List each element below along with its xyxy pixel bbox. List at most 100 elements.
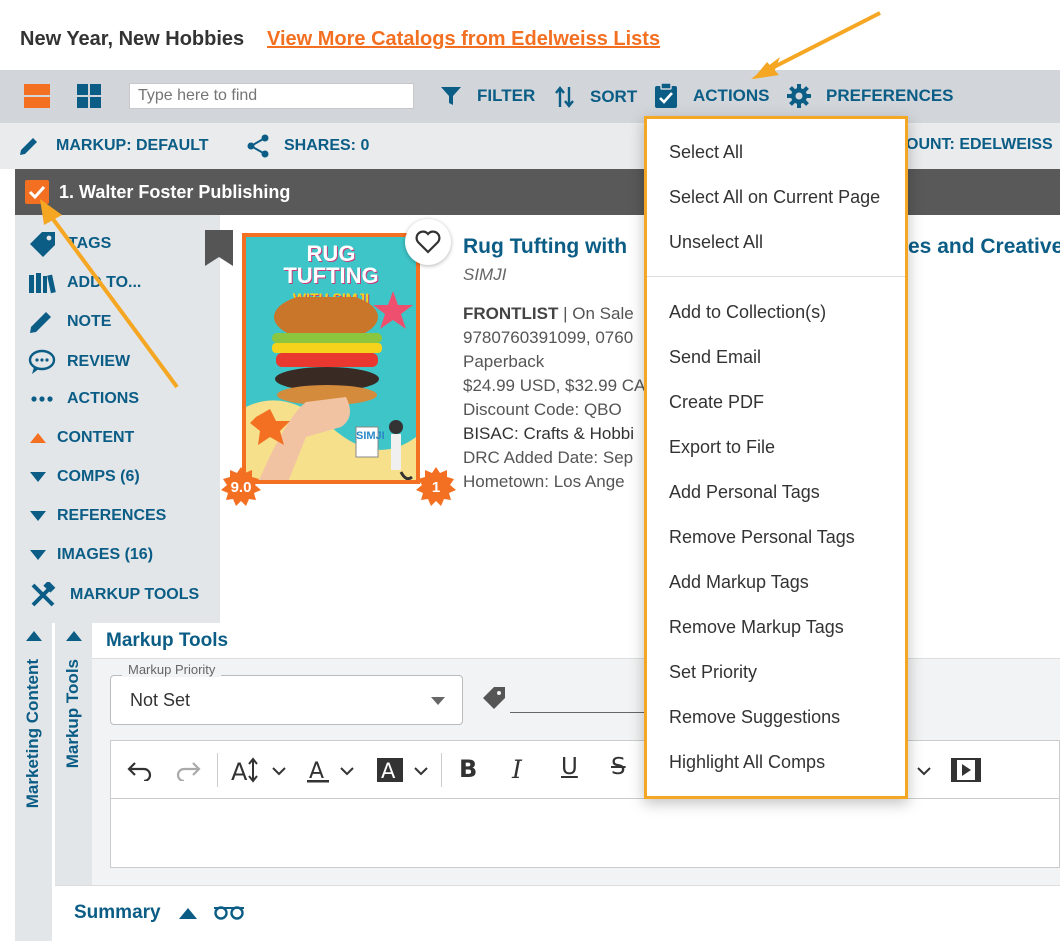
on-sale-text: | On Sale <box>558 304 634 323</box>
menu-item-add-markup-tags[interactable]: Add Markup Tags <box>669 572 809 593</box>
sort-button[interactable]: SORT <box>554 85 637 109</box>
preferences-label: PREFERENCES <box>826 86 954 105</box>
menu-item-highlight-all-comps[interactable]: Highlight All Comps <box>669 752 825 773</box>
markup-tools-label: Markup Tools <box>63 659 82 769</box>
menu-item-add-to-collection[interactable]: Add to Collection(s) <box>669 302 826 323</box>
more-chevron-icon[interactable] <box>917 763 931 781</box>
cover-star-badge <box>373 291 413 329</box>
video-icon[interactable] <box>951 757 981 788</box>
catalog-header: New Year, New Hobbies View More Catalogs… <box>0 0 1060 70</box>
svg-text:A: A <box>381 759 396 783</box>
actions-dropdown-menu: Select All Select All on Current Page Un… <box>644 116 908 799</box>
isbn: 9780760391099, 0760 <box>463 328 634 347</box>
share-icon <box>247 134 269 158</box>
sidebar-item-comps[interactable]: COMPS (6) <box>30 467 140 487</box>
markup-label: MARKUP: DEFAULT <box>56 137 209 154</box>
sidebar-item-references[interactable]: REFERENCES <box>30 506 166 526</box>
sort-label: SORT <box>590 87 638 106</box>
menu-item-select-all-current-page[interactable]: Select All on Current Page <box>669 187 880 208</box>
menu-item-add-personal-tags[interactable]: Add Personal Tags <box>669 482 820 503</box>
markup-tools-title: Markup Tools <box>106 630 229 651</box>
book-title-link[interactable]: Rug Tufting with <box>463 235 627 259</box>
catalog-title: New Year, New Hobbies <box>20 28 245 50</box>
cover-line: RUG <box>306 241 356 266</box>
sidebar-item-label: MARKUP TOOLS <box>70 586 200 603</box>
menu-item-remove-personal-tags[interactable]: Remove Personal Tags <box>669 527 855 548</box>
menu-item-select-all[interactable]: Select All <box>669 142 743 163</box>
triangle-up-icon[interactable] <box>179 905 197 921</box>
menu-divider <box>647 276 905 277</box>
cover-line: TUFTING <box>283 263 379 288</box>
actions-button[interactable]: ACTIONS <box>654 83 770 109</box>
glasses-icon[interactable] <box>213 904 245 920</box>
sidebar-item-label: CONTENT <box>57 429 135 446</box>
menu-item-remove-suggestions[interactable]: Remove Suggestions <box>669 707 840 728</box>
markup-note-editor[interactable]: A A A B I U S <box>110 740 1060 868</box>
annotation-arrow-actions <box>751 11 881 79</box>
price: $24.99 USD, $32.99 CA <box>463 376 646 395</box>
marketing-content-tab[interactable]: Marketing Content <box>15 623 52 941</box>
book-author[interactable]: SIMJI <box>463 265 506 285</box>
clipboard-check-icon <box>655 83 677 108</box>
italic-icon[interactable]: I <box>512 755 522 784</box>
chevron-down-icon <box>431 697 445 705</box>
filter-label: FILTER <box>477 86 536 105</box>
highlight-color-icon[interactable]: A <box>377 756 433 789</box>
font-color-icon[interactable]: A <box>307 756 359 789</box>
shares-label: SHARES: 0 <box>284 137 370 154</box>
undo-icon[interactable] <box>127 759 153 786</box>
preferences-button[interactable]: PREFERENCES <box>786 83 954 109</box>
menu-item-unselect-all[interactable]: Unselect All <box>669 232 763 253</box>
count-value: 1 <box>431 478 441 496</box>
triangle-up-icon <box>66 631 82 641</box>
summary-title[interactable]: Summary <box>74 902 161 924</box>
menu-item-set-priority[interactable]: Set Priority <box>669 662 757 683</box>
tools-icon <box>31 582 56 607</box>
triangle-down-icon <box>30 511 46 521</box>
strikethrough-icon[interactable]: S <box>611 754 626 780</box>
markup-tag-input[interactable] <box>510 712 644 713</box>
markup-tag-icon[interactable] <box>481 685 507 716</box>
book-title-tail[interactable]: es and Creative <box>908 235 1060 259</box>
underline-icon[interactable]: U <box>561 754 578 780</box>
bold-icon[interactable]: B <box>459 755 477 783</box>
list-status: FRONTLIST | On Sale <box>463 304 634 324</box>
view-more-catalogs-link[interactable]: View More Catalogs from Edelweiss Lists <box>267 28 660 51</box>
rating-badge: 9.0 <box>221 467 261 507</box>
shares-button[interactable]: SHARES: 0 <box>246 134 369 158</box>
cover-brand: SIMJI <box>356 430 385 442</box>
favorite-heart-icon[interactable] <box>405 219 451 265</box>
markup-tools-tab[interactable]: Markup Tools <box>55 623 92 885</box>
font-size-icon[interactable]: A <box>231 756 291 789</box>
toolbar-divider <box>217 753 218 787</box>
rating-value: 9.0 <box>230 478 252 496</box>
redo-icon[interactable] <box>175 759 201 786</box>
toolbar-divider <box>441 753 442 787</box>
sidebar-item-images[interactable]: IMAGES (16) <box>30 545 153 565</box>
sidebar-item-markup-tools[interactable]: MARKUP TOOLS <box>30 582 199 608</box>
discount-code: Discount Code: QBO <box>463 400 622 419</box>
markup-priority-value: Not Set <box>130 690 191 710</box>
count-badge: 1 <box>416 467 456 507</box>
menu-item-export-to-file[interactable]: Export to File <box>669 437 775 458</box>
sort-icon <box>555 86 574 108</box>
sidebar-item-content[interactable]: CONTENT <box>30 428 134 448</box>
markup-priority-label: Markup Priority <box>122 662 222 677</box>
gear-icon <box>787 84 811 108</box>
menu-item-create-pdf[interactable]: Create PDF <box>669 392 764 413</box>
book-cover[interactable]: RUG TUFTING WITH SIMJI SIMJI <box>242 233 420 484</box>
svg-text:A: A <box>231 758 248 784</box>
filter-button[interactable]: FILTER <box>440 85 535 107</box>
search-input[interactable] <box>129 83 414 109</box>
triangle-down-icon <box>30 472 46 482</box>
menu-item-send-email[interactable]: Send Email <box>669 347 761 368</box>
grid-view-icon[interactable] <box>77 84 101 113</box>
summary-section: Summary <box>55 885 1060 941</box>
bookmark-icon[interactable] <box>205 230 233 271</box>
triangle-up-icon <box>26 631 42 641</box>
menu-item-remove-markup-tags[interactable]: Remove Markup Tags <box>669 617 844 638</box>
list-view-icon[interactable] <box>24 84 50 113</box>
markup-selector[interactable]: MARKUP: DEFAULT <box>18 135 209 157</box>
triangle-down-icon <box>30 550 46 560</box>
actions-label: ACTIONS <box>693 86 770 105</box>
